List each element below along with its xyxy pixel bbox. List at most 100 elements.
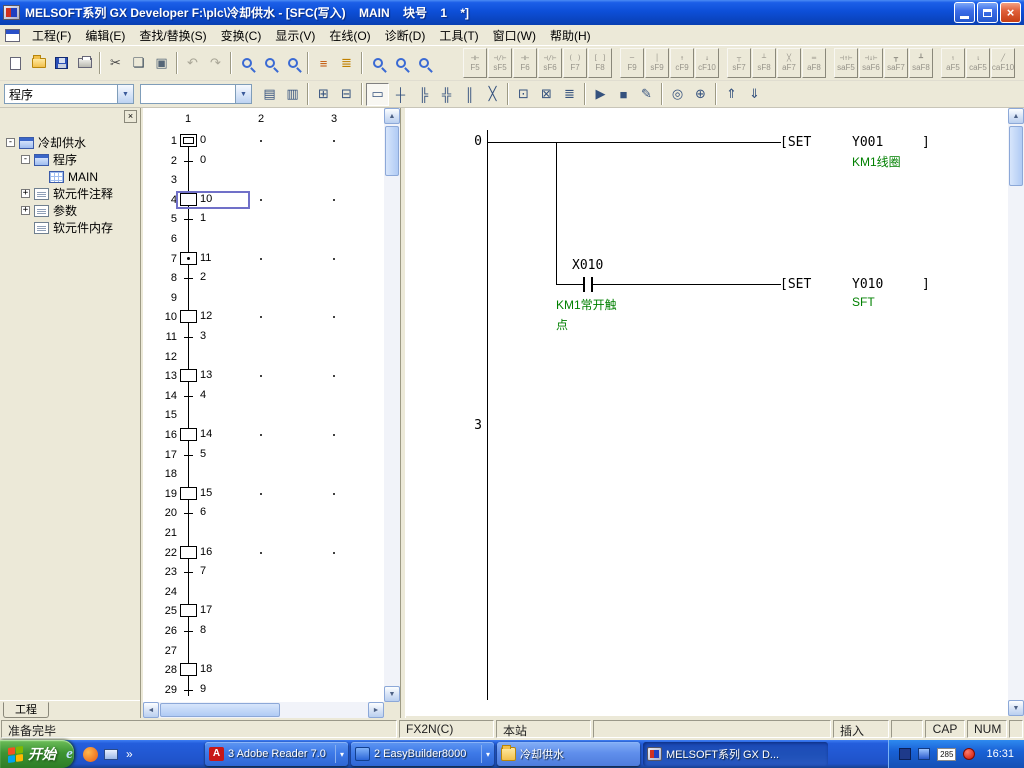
sfc-step[interactable] — [180, 428, 197, 441]
new-project-button[interactable] — [4, 52, 27, 75]
fkey-F8-button[interactable]: [ ]F8 — [588, 48, 612, 78]
sfc-step[interactable] — [180, 604, 197, 617]
monitor-mode-button[interactable] — [366, 52, 389, 75]
sfc-block-list-button[interactable]: ⊞ — [312, 83, 335, 106]
find-contact-coil-button[interactable] — [281, 52, 304, 75]
copy-button[interactable]: ❏ — [127, 52, 150, 75]
melsoft-app-icon[interactable] — [3, 5, 20, 20]
fkey-caF5-button[interactable]: ⇂caF5 — [966, 48, 990, 78]
fkey-saF8-button[interactable]: ┻saF8 — [909, 48, 933, 78]
menu-view[interactable]: 显示(V) — [268, 25, 322, 46]
internet-explorer-icon[interactable]: e — [62, 747, 77, 762]
combo-dropdown-icon[interactable]: ▼ — [117, 85, 133, 103]
sfc-parallel-branch-button[interactable]: ╬ — [435, 83, 458, 106]
show-desktop-icon[interactable] — [104, 749, 118, 760]
fkey-F9-button[interactable]: ─F9 — [620, 48, 644, 78]
zoom-find-button[interactable] — [412, 52, 435, 75]
monitor-write-mode-button[interactable] — [389, 52, 412, 75]
fkey-caF10-button[interactable]: ╱caF10 — [991, 48, 1015, 78]
fkey-aF5-button[interactable]: ↿aF5 — [941, 48, 965, 78]
program-combobox[interactable]: 程序 ▼ — [4, 84, 134, 104]
sfc-horizontal-scrollbar[interactable]: ◄ ► — [143, 702, 400, 718]
fkey-sF8-button[interactable]: ┴sF8 — [752, 48, 776, 78]
display-magnify-button[interactable]: ⊕ — [689, 83, 712, 106]
sfc-step[interactable] — [180, 252, 197, 265]
tree-expander-icon[interactable]: + — [21, 189, 30, 198]
fkey-F7-button[interactable]: ( )F7 — [563, 48, 587, 78]
fkey-saF5-button[interactable]: ⊣↑⊢saF5 — [834, 48, 858, 78]
tree-expander-icon[interactable]: - — [6, 138, 15, 147]
undo-button[interactable]: ↶ — [181, 52, 204, 75]
sfc-transition[interactable] — [184, 513, 193, 514]
restore-button[interactable] — [977, 2, 998, 23]
scroll-right-icon[interactable]: ► — [368, 702, 384, 718]
tray-ime-icon[interactable] — [899, 748, 911, 760]
set-instruction[interactable]: [SET — [780, 277, 811, 292]
convert-all-programs-button[interactable]: ≣ — [335, 52, 358, 75]
sfc-transition-button[interactable]: ┼ — [389, 83, 412, 106]
scroll-down-icon[interactable]: ▼ — [1008, 700, 1024, 716]
sfc-transition[interactable] — [184, 631, 193, 632]
sfc-step[interactable] — [180, 487, 197, 500]
find-step-button[interactable]: ◎ — [666, 83, 689, 106]
sfc-vertical-line-button[interactable]: ║ — [458, 83, 481, 106]
fkey-saF7-button[interactable]: ┳saF7 — [884, 48, 908, 78]
sfc-hscroll-thumb[interactable] — [160, 703, 280, 717]
sfc-block-comment-button[interactable]: ⊟ — [335, 83, 358, 106]
sfc-transition[interactable] — [184, 396, 193, 397]
sfc-step[interactable] — [180, 134, 197, 147]
sfc-transition[interactable] — [184, 572, 193, 573]
read-from-plc-button[interactable]: ⇓ — [743, 83, 766, 106]
quick-launch-overflow-icon[interactable]: » — [126, 747, 133, 761]
tree-item-parameter[interactable]: +参数 — [0, 202, 140, 219]
ladder-vertical-scrollbar[interactable]: ▲ ▼ — [1008, 108, 1024, 716]
sfc-transition[interactable] — [184, 161, 193, 162]
scroll-left-icon[interactable]: ◄ — [143, 702, 159, 718]
contact-device-label[interactable]: X010 — [572, 258, 603, 273]
ladder-vscroll-thumb[interactable] — [1009, 126, 1023, 186]
convert-program-button[interactable]: ≡ — [312, 52, 335, 75]
sfc-transition[interactable] — [184, 455, 193, 456]
tree-item-main-program[interactable]: MAIN — [0, 168, 140, 185]
tray-network-icon[interactable] — [918, 748, 930, 760]
paste-button[interactable]: ▣ — [150, 52, 173, 75]
ladder-editor[interactable]: 0 3 [SET Y001 ] KM1线圈 X010 KM1常开触 点 [SET… — [406, 108, 1008, 716]
cut-button[interactable]: ✂ — [104, 52, 127, 75]
sfc-vscroll-thumb[interactable] — [385, 126, 399, 176]
fkey-F5-button[interactable]: ⊣⊢F5 — [463, 48, 487, 78]
save-project-button[interactable] — [50, 52, 73, 75]
menu-help[interactable]: 帮助(H) — [543, 25, 598, 46]
fkey-sF7-button[interactable]: ┬sF7 — [727, 48, 751, 78]
panel-close-icon[interactable]: × — [124, 110, 137, 123]
zoom-source-button[interactable]: ⊡ — [512, 83, 535, 106]
open-project-button[interactable] — [27, 52, 50, 75]
scroll-up-icon[interactable]: ▲ — [384, 108, 400, 124]
tree-item-device-comment[interactable]: +软元件注释 — [0, 185, 140, 202]
monitor-start-button[interactable]: ▶ — [589, 83, 612, 106]
taskbar-button-3[interactable]: 冷却供水 — [497, 742, 640, 766]
tree-item-program-folder[interactable]: -程序 — [0, 151, 140, 168]
zoom-display-button[interactable]: ⊠ — [535, 83, 558, 106]
taskbar-button-1[interactable]: A3 Adobe Reader 7.0▾ — [205, 742, 348, 766]
sfc-vertical-scrollbar[interactable]: ▲ ▼ — [384, 108, 400, 702]
fkey-sF6-button[interactable]: ⊣/⊢sF6 — [538, 48, 562, 78]
menu-online[interactable]: 在线(O) — [322, 25, 377, 46]
fkey-aF7-button[interactable]: ╳aF7 — [777, 48, 801, 78]
taskbar-button-4[interactable]: MELSOFT系列 GX D... — [643, 742, 828, 766]
sfc-transition[interactable] — [184, 219, 193, 220]
menu-tools[interactable]: 工具(T) — [432, 25, 485, 46]
fkey-cF9-button[interactable]: ↑cF9 — [670, 48, 694, 78]
tray-alert-icon[interactable] — [963, 748, 975, 760]
sfc-step[interactable] — [180, 369, 197, 382]
sfc-transition[interactable] — [184, 337, 193, 338]
tree-expander-icon[interactable]: - — [21, 155, 30, 164]
menu-edit[interactable]: 编辑(E) — [78, 25, 132, 46]
fkey-aF8-button[interactable]: ═aF8 — [802, 48, 826, 78]
sfc-canvas[interactable]: 1231020341051671182910121131213131441516… — [143, 108, 384, 702]
scroll-down-icon[interactable]: ▼ — [384, 686, 400, 702]
tree-item-device-memory[interactable]: 软元件内存 — [0, 219, 140, 236]
menu-convert[interactable]: 变换(C) — [214, 25, 269, 46]
sfc-step-button[interactable]: ▭ — [366, 83, 389, 106]
find-device-button[interactable] — [235, 52, 258, 75]
media-player-icon[interactable] — [83, 747, 98, 762]
